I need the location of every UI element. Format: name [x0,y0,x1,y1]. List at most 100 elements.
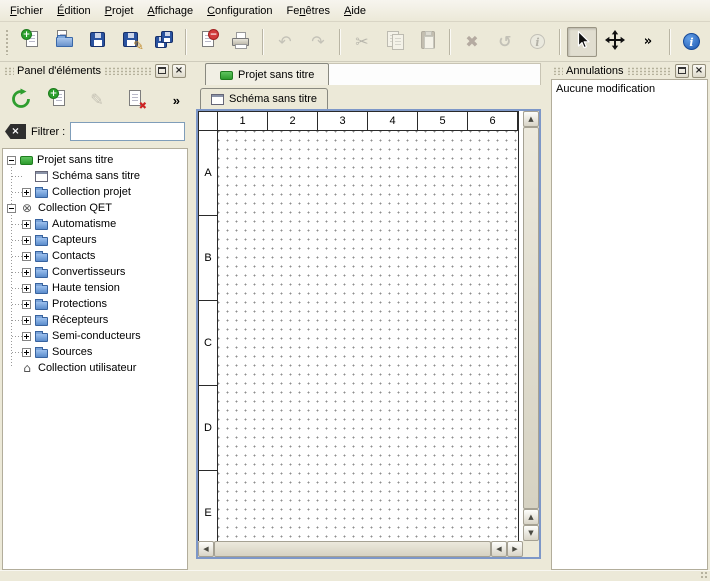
scroll-up-button[interactable]: ▲ [523,111,539,127]
delete-element-button[interactable]: ✖ [120,85,150,115]
diagram-sheet: 123456 ABCDE [198,111,519,541]
tree-expander[interactable] [22,236,31,245]
tab-projet-sans-titre[interactable]: Projet sans titre [205,63,329,85]
dock-drag-grip[interactable] [4,67,14,75]
dock-drag-grip[interactable] [627,67,673,75]
project-tabbar: Projet sans titre [196,62,541,85]
main-toolbar: +✎−↶↷✂✖↺i»i [0,22,710,62]
tree-item-label: Sources [52,346,92,358]
menu-fichier[interactable]: Fichier [3,0,50,21]
reload-collections-button[interactable] [6,85,36,115]
toolbar-drag-handle[interactable] [5,29,10,55]
tree-item-collection-projet[interactable]: Collection projet [3,184,187,200]
elements-panel-title: Panel d'éléments [17,65,101,77]
dock-drag-grip[interactable] [104,67,152,75]
undo-button[interactable]: ↶ [270,27,300,57]
menu-aide[interactable]: Aide [337,0,373,21]
tree-item-semi-conducteurs[interactable]: Semi-conducteurs [3,328,187,344]
scroll-left-button[interactable]: ◀ [198,541,214,557]
menu-bar: FichierÉditionProjetAffichageConfigurati… [0,0,710,22]
scroll-right-button[interactable]: ▶ [507,541,523,557]
tree-item-collection-utilisateur[interactable]: ⌂Collection utilisateur [3,360,187,376]
horizontal-scroll-thumb[interactable] [214,541,491,557]
tree-item-haute-tension[interactable]: Haute tension [3,280,187,296]
edit-element-button[interactable]: ✎ [82,85,112,115]
printer-icon [230,29,252,54]
tree-item-protections[interactable]: Protections [3,296,187,312]
vertical-scrollbar[interactable]: ▲ ▲ ▼ [523,111,539,541]
close-document-button[interactable]: − [193,27,223,57]
row-header-D: D [199,386,218,471]
filter-row: × Filtrer : [2,121,188,148]
undo-empty-text[interactable]: Aucune modification [556,83,703,95]
dock-drag-grip[interactable] [553,67,563,75]
print-button[interactable] [226,27,256,57]
workspace: Panel d'éléments × + ✎ ✖ » × Filtrer : Proj… [0,62,710,570]
folder-icon [35,237,48,246]
tree-item-convertisseurs[interactable]: Convertisseurs [3,264,187,280]
column-header-3: 3 [318,112,368,131]
tree-item-automatisme[interactable]: Automatisme [3,216,187,232]
tree-expander[interactable] [22,252,31,261]
scroll-left-button-2[interactable]: ◀ [491,541,507,557]
select-mode-button[interactable] [567,27,597,57]
tree-expander[interactable] [22,332,31,341]
refresh-green-icon [10,88,32,113]
diagram-canvas[interactable]: 123456 ABCDE [198,111,523,541]
vertical-scroll-thumb[interactable] [523,127,539,509]
open-document-button[interactable] [50,27,80,57]
folder-icon [35,253,48,262]
tree-item-schema-sans-titre[interactable]: Schéma sans titre [3,168,187,184]
element-information-button[interactable]: i [523,27,553,57]
rotate-selection-button[interactable]: ↺ [490,27,520,57]
delete-selection-button[interactable]: ✖ [457,27,487,57]
tree-item-recepteurs[interactable]: Récepteurs [3,312,187,328]
tree-item-sources[interactable]: Sources [3,344,187,360]
menu-configuration[interactable]: Configuration [200,0,279,21]
tree-item-capteurs[interactable]: Capteurs [3,232,187,248]
close-dock-button[interactable]: × [692,64,706,78]
new-document-button[interactable]: + [17,27,47,57]
tree-expander[interactable] [22,348,31,357]
toolbar-overflow-button[interactable]: » [633,27,663,57]
scroll-up-button-2[interactable]: ▲ [523,509,539,525]
filter-input[interactable] [70,122,185,141]
tab-schema-sans-titre[interactable]: Schéma sans titre [200,88,328,109]
float-dock-button[interactable] [675,64,689,78]
clear-filter-button[interactable]: × [5,124,26,139]
tree-item-projet-sans-titre[interactable]: Projet sans titre [3,152,187,168]
cut-button[interactable]: ✂ [347,27,377,57]
paste-button[interactable] [413,27,443,57]
save-as-button[interactable]: ✎ [116,27,146,57]
pan-mode-button[interactable] [600,27,630,57]
tree-expander[interactable] [22,300,31,309]
redo-button[interactable]: ↷ [303,27,333,57]
save-all-button[interactable] [149,27,179,57]
tree-expander[interactable] [22,188,31,197]
tree-expander[interactable] [7,156,16,165]
close-dock-button[interactable]: × [172,64,186,78]
horizontal-scrollbar[interactable]: ◀ ◀ ▶ [198,541,523,557]
column-header-6: 6 [468,112,518,131]
about-button[interactable]: i [677,27,707,57]
menu-edition[interactable]: Édition [50,0,98,21]
tree-item-label: Capteurs [52,234,97,246]
tree-expander[interactable] [7,204,16,213]
save-button[interactable] [83,27,113,57]
tree-item-collection-qet[interactable]: ⊗Collection QET [3,200,187,216]
elements-panel-titlebar: Panel d'éléments × [2,62,188,79]
tree-expander[interactable] [22,284,31,293]
menu-affichage[interactable]: Affichage [140,0,200,21]
copy-button[interactable] [380,27,410,57]
tree-expander[interactable] [22,220,31,229]
tree-expander[interactable] [22,268,31,277]
tree-expander[interactable] [22,316,31,325]
scroll-down-button[interactable]: ▼ [523,525,539,541]
menu-projet[interactable]: Projet [98,0,141,21]
folder-icon [35,317,48,326]
tree-item-contacts[interactable]: Contacts [3,248,187,264]
new-element-button[interactable]: + [44,85,74,115]
panel-toolbar-overflow-button[interactable]: » [169,93,184,108]
float-dock-button[interactable] [155,64,169,78]
menu-fenetres[interactable]: Fenêtres [280,0,337,21]
